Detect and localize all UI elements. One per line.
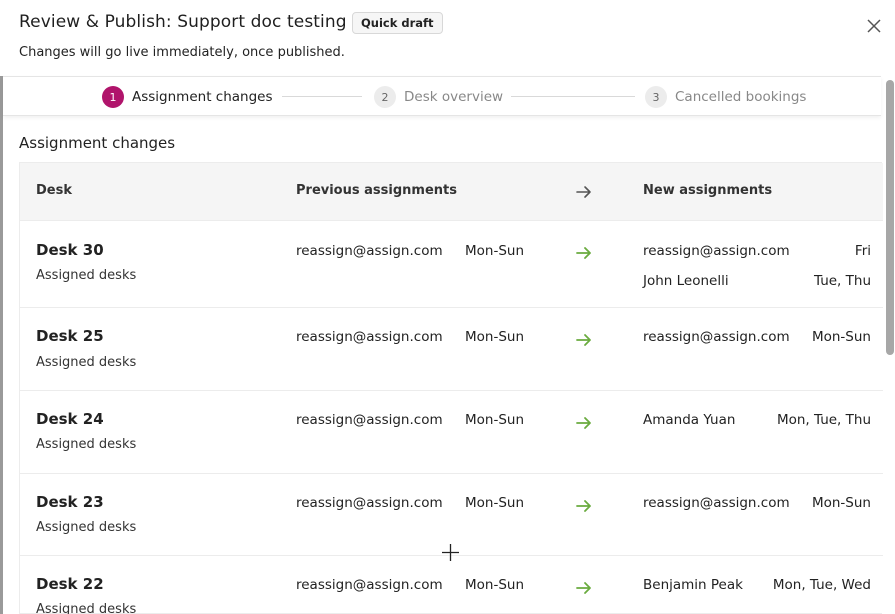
previous-days: Mon-Sun: [465, 412, 525, 428]
arrow-right-icon: [576, 580, 592, 594]
new-days: Mon, Tue, Thu: [776, 412, 871, 428]
table-row: Desk 22 Assigned desks reassign@assign.c…: [20, 555, 883, 614]
column-header-new: New assignments: [643, 183, 773, 198]
desk-type: Assigned desks: [36, 268, 137, 283]
scrollbar[interactable]: [886, 80, 894, 355]
table-row: Desk 25 Assigned desks reassign@assign.c…: [20, 307, 883, 390]
previous-days: Mon-Sun: [465, 243, 525, 259]
dialog-subtitle: Changes will go live immediately, once p…: [19, 45, 345, 60]
step-connector: [282, 96, 362, 97]
new-assignee: reassign@assign.com: [643, 495, 790, 511]
previous-assignee: reassign@assign.com: [296, 243, 443, 259]
new-days: Mon, Tue, Wed: [772, 577, 871, 593]
desk-type: Assigned desks: [36, 602, 137, 614]
step-number: 2: [374, 86, 396, 108]
new-days: Fri: [854, 243, 871, 259]
desk-name: Desk 22: [36, 575, 104, 593]
new-days: Tue, Thu: [814, 273, 871, 289]
desk-type: Assigned desks: [36, 437, 137, 452]
arrow-right-icon: [576, 245, 592, 259]
previous-days: Mon-Sun: [465, 577, 525, 593]
desk-name: Desk 23: [36, 493, 104, 511]
step-label: Desk overview: [404, 89, 504, 105]
desk-type: Assigned desks: [36, 520, 137, 535]
arrow-right-icon: [576, 332, 592, 346]
stepper: 1 Assignment changes 2 Desk overview 3 C…: [3, 76, 881, 116]
previous-assignee: reassign@assign.com: [296, 329, 443, 345]
dialog-header: Review & Publish: Support doc testing Qu…: [0, 0, 895, 76]
new-assignee: John Leonelli: [643, 273, 729, 289]
desk-name: Desk 25: [36, 327, 104, 345]
arrow-right-icon: [576, 184, 592, 198]
previous-assignee: reassign@assign.com: [296, 577, 443, 593]
desk-name: Desk 30: [36, 241, 104, 259]
previous-days: Mon-Sun: [465, 329, 525, 345]
step-connector: [511, 96, 635, 97]
new-assignee: reassign@assign.com: [643, 329, 790, 345]
step-label: Assignment changes: [132, 89, 273, 105]
table-header: Desk Previous assignments New assignment…: [20, 163, 883, 220]
dialog-title: Review & Publish: Support doc testing: [19, 12, 347, 32]
close-icon[interactable]: [864, 16, 884, 36]
step-assignment-changes[interactable]: 1 Assignment changes: [102, 86, 273, 108]
new-assignee: reassign@assign.com: [643, 243, 790, 259]
table-row: Desk 24 Assigned desks reassign@assign.c…: [20, 390, 883, 473]
column-header-previous: Previous assignments: [296, 183, 457, 198]
step-number: 3: [645, 86, 667, 108]
step-desk-overview[interactable]: 2 Desk overview: [374, 86, 503, 108]
step-number: 1: [102, 86, 124, 108]
step-cancelled-bookings[interactable]: 3 Cancelled bookings: [645, 86, 806, 108]
desk-type: Assigned desks: [36, 355, 137, 370]
previous-days: Mon-Sun: [465, 495, 525, 511]
status-badge: Quick draft: [352, 12, 443, 34]
arrow-right-icon: [576, 498, 592, 512]
arrow-right-icon: [576, 415, 592, 429]
new-assignee: Amanda Yuan: [643, 412, 736, 428]
section-title: Assignment changes: [19, 134, 176, 152]
desk-name: Desk 24: [36, 410, 104, 428]
step-label: Cancelled bookings: [675, 89, 807, 105]
previous-assignee: reassign@assign.com: [296, 412, 443, 428]
crosshair-cursor-icon: [441, 543, 460, 562]
new-days: Mon-Sun: [811, 329, 871, 345]
new-assignee: Benjamin Peak: [643, 577, 743, 593]
previous-assignee: reassign@assign.com: [296, 495, 443, 511]
new-days: Mon-Sun: [811, 495, 871, 511]
backdrop-edge: [0, 76, 3, 614]
column-header-desk: Desk: [36, 183, 72, 198]
table-row: Desk 30 Assigned desks reassign@assign.c…: [20, 220, 883, 307]
